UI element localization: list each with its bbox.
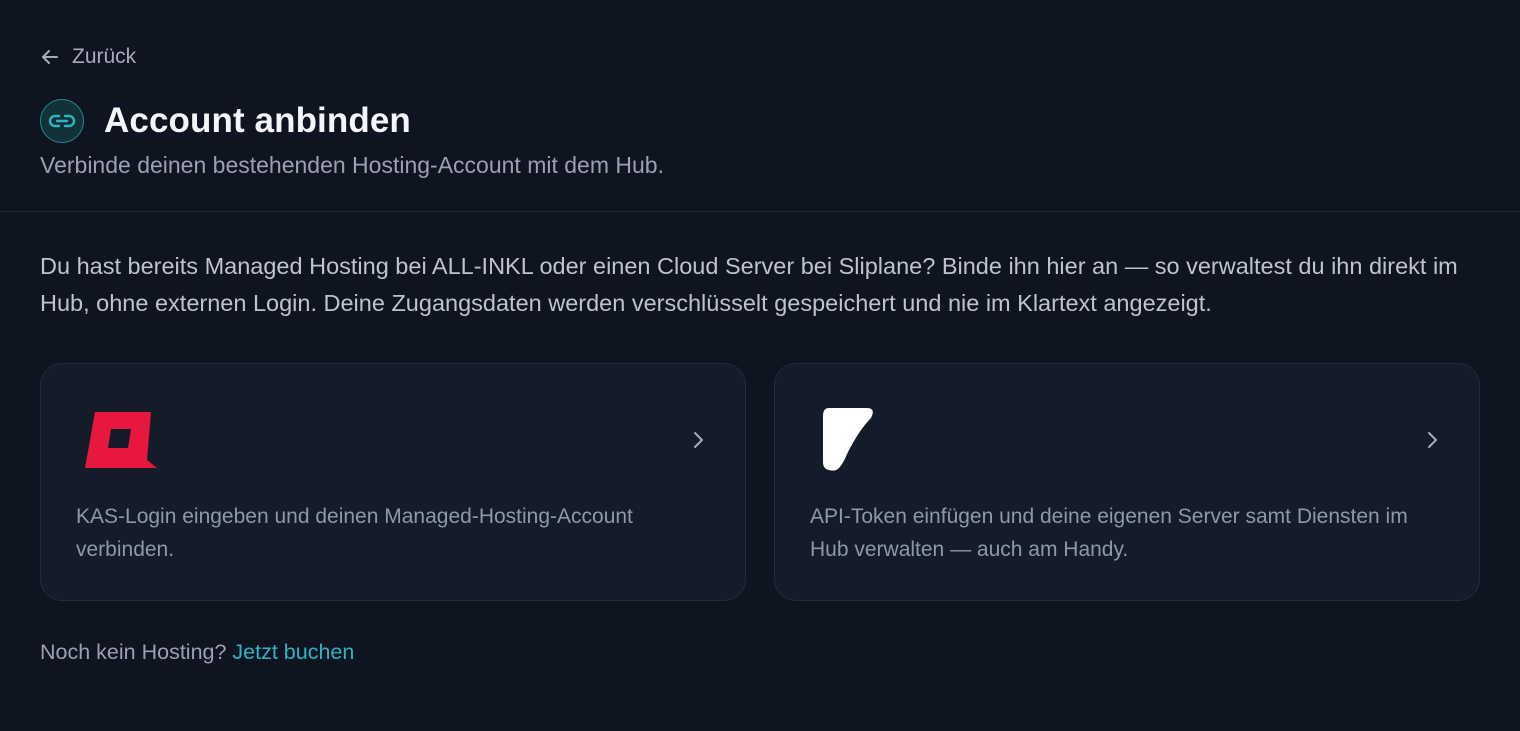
intro-text: Du hast bereits Managed Hosting bei ALL-… bbox=[40, 253, 1458, 316]
footer-prompt: Noch kein Hosting? Jetzt buchen bbox=[40, 640, 354, 665]
sliplane-logo bbox=[819, 406, 875, 477]
arrow-left-icon bbox=[40, 47, 60, 67]
page-title: Account anbinden bbox=[104, 101, 411, 140]
back-link[interactable]: Zurück bbox=[40, 43, 136, 71]
chevron-right-icon bbox=[691, 430, 705, 450]
book-hosting-link[interactable]: Jetzt buchen bbox=[232, 640, 354, 664]
chevron-right-icon bbox=[1425, 430, 1439, 450]
footer-question: Noch kein Hosting? bbox=[40, 640, 227, 664]
all-inkl-logo bbox=[81, 408, 161, 477]
title-row: Account anbinden bbox=[40, 98, 411, 144]
page-subtitle: Verbinde deinen bestehenden Hosting-Acco… bbox=[40, 152, 664, 178]
provider-description: KAS-Login eingeben und deinen Managed-Ho… bbox=[76, 505, 633, 561]
link-icon bbox=[40, 99, 84, 143]
provider-card-all-inkl[interactable]: KAS-Login eingeben und deinen Managed-Ho… bbox=[40, 363, 746, 601]
page-header: Zurück Account anbinden Verbinde deinen … bbox=[0, 0, 1520, 212]
page: Zurück Account anbinden Verbinde deinen … bbox=[0, 0, 1520, 731]
back-link-label: Zurück bbox=[72, 45, 137, 68]
provider-card-sliplane[interactable]: API-Token einfügen und deine eigenen Ser… bbox=[774, 363, 1480, 601]
provider-description: API-Token einfügen und deine eigenen Ser… bbox=[810, 505, 1408, 561]
